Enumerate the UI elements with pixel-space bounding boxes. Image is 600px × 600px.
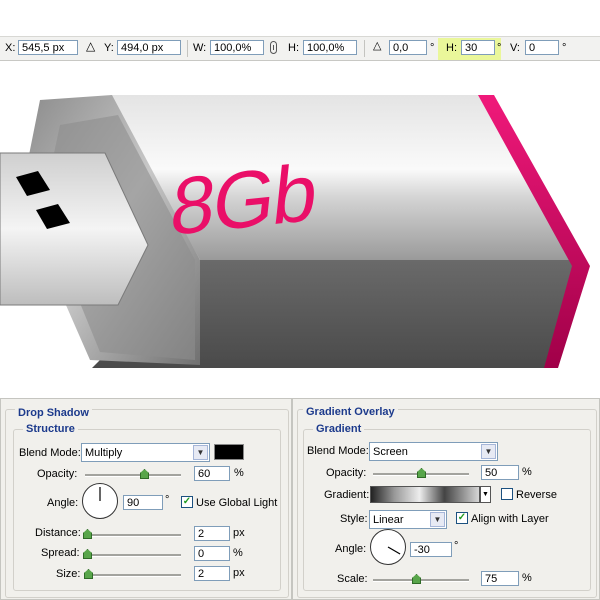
usb-drive-artwork: 8Gb	[0, 95, 590, 368]
angle-label: Angle:	[47, 497, 79, 509]
size-label: Size:	[56, 568, 81, 580]
width-field[interactable]	[210, 40, 264, 55]
vertical-skew-label: V:	[510, 42, 520, 54]
opacity-label: Opacity:	[37, 468, 78, 480]
horizontal-skew-label: H:	[446, 42, 457, 54]
spread-label: Spread:	[41, 547, 80, 559]
h-label: H:	[288, 42, 299, 54]
percent-unit: %	[234, 467, 244, 479]
distance-slider[interactable]	[85, 534, 181, 537]
style-label: Style:	[340, 513, 368, 525]
angle-dial-needle	[99, 487, 101, 501]
y-field[interactable]	[117, 40, 181, 55]
style-value: Linear	[373, 514, 404, 526]
chevron-down-icon: ▼	[481, 444, 496, 459]
angle-label: Angle:	[335, 543, 367, 555]
use-global-light-label: Use Global Light	[196, 497, 278, 509]
blend-mode-select[interactable]: Multiply ▼	[81, 443, 210, 462]
opacity-field[interactable]	[194, 466, 230, 481]
w-label: W:	[193, 42, 207, 54]
angle-dial-needle	[387, 546, 401, 555]
distance-label: Distance:	[35, 527, 81, 539]
drop-shadow-panel: Drop Shadow Structure Blend Mode: Multip…	[0, 398, 292, 600]
opacity-field[interactable]	[481, 465, 519, 480]
link-icon[interactable]	[270, 41, 277, 54]
capacity-label: 8Gb	[166, 148, 320, 254]
degree-unit: °	[430, 42, 435, 54]
transform-options-bar: X: △ Y: W: H: △ ° H: ° V: °	[0, 36, 600, 61]
rotate-icon: △	[373, 40, 382, 52]
rotate-field[interactable]	[389, 40, 427, 55]
opacity-slider[interactable]	[85, 474, 181, 477]
chevron-down-icon[interactable]: ▼	[480, 486, 491, 503]
style-select[interactable]: Linear ▼	[369, 510, 447, 529]
reverse-checkbox[interactable]	[501, 488, 513, 500]
degree-unit: °	[562, 42, 567, 54]
structure-title: Structure	[23, 423, 78, 435]
height-field[interactable]	[303, 40, 357, 55]
separator	[187, 40, 188, 57]
px-unit: px	[233, 567, 245, 579]
x-field[interactable]	[18, 40, 78, 55]
drop-shadow-title: Drop Shadow	[15, 407, 92, 419]
gradient-preview[interactable]	[370, 486, 480, 503]
spread-slider[interactable]	[85, 554, 181, 557]
percent-unit: %	[522, 572, 532, 584]
scale-field[interactable]	[481, 571, 519, 586]
vertical-skew-field[interactable]	[525, 40, 559, 55]
angle-field[interactable]	[123, 495, 163, 510]
gradient-overlay-title: Gradient Overlay	[303, 406, 398, 418]
angle-dial[interactable]	[370, 529, 406, 565]
angle-dial[interactable]	[82, 483, 118, 519]
chevron-down-icon: ▼	[430, 512, 445, 527]
gradient-label: Gradient:	[324, 489, 370, 501]
use-global-light-checkbox[interactable]: ✓	[181, 496, 193, 508]
size-field[interactable]	[194, 566, 230, 581]
angle-field[interactable]	[410, 542, 452, 557]
scale-slider[interactable]	[373, 579, 469, 582]
blend-mode-label: Blend Mode:	[19, 447, 81, 459]
align-with-layer-checkbox[interactable]: ✓	[456, 512, 468, 524]
distance-field[interactable]	[194, 526, 230, 541]
y-label: Y:	[104, 42, 114, 54]
px-unit: px	[233, 527, 245, 539]
reference-point-delta-icon[interactable]: △	[86, 40, 95, 52]
gradient-overlay-panel: Gradient Overlay Gradient Blend Mode: Sc…	[292, 398, 600, 600]
opacity-label: Opacity:	[326, 467, 367, 479]
degree-unit: °	[165, 494, 170, 506]
blend-mode-label: Blend Mode:	[307, 445, 369, 457]
separator	[364, 40, 365, 57]
gradient-title: Gradient	[313, 423, 365, 435]
chevron-down-icon: ▼	[193, 445, 208, 460]
reverse-label: Reverse	[516, 489, 557, 501]
horizontal-skew-field[interactable]	[461, 40, 495, 55]
x-label: X:	[5, 42, 16, 54]
degree-unit: °	[454, 540, 459, 552]
percent-unit: %	[522, 466, 532, 478]
blend-mode-value: Multiply	[85, 447, 123, 459]
degree-unit: °	[497, 42, 502, 54]
spread-field[interactable]	[194, 546, 230, 561]
blend-mode-select[interactable]: Screen ▼	[369, 442, 498, 461]
scale-label: Scale:	[337, 573, 368, 585]
align-with-layer-label: Align with Layer	[471, 513, 549, 525]
size-slider[interactable]	[85, 574, 181, 577]
percent-unit: %	[233, 547, 243, 559]
shadow-color-swatch[interactable]	[214, 444, 244, 460]
blend-mode-value: Screen	[373, 446, 408, 458]
